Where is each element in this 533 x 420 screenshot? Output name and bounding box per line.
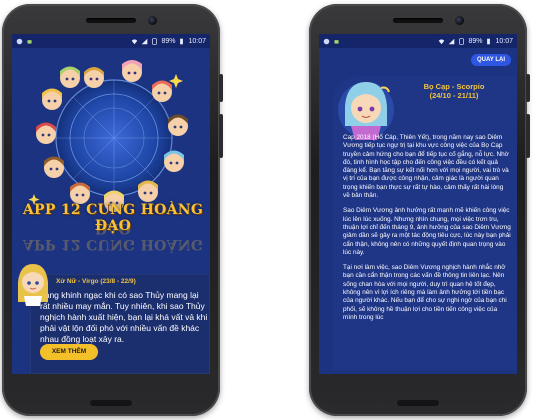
power-button — [526, 74, 530, 102]
sign-preview-text: đang khinh ngạc khi có sao Thủy mang lại… — [40, 290, 208, 345]
virgo-avatar — [18, 264, 48, 306]
home-screen: 89% 10:07 APP 12 CUNG HOÀNG ĐẠO APP 12 C… — [12, 34, 210, 374]
status-bar: 89% 10:07 — [12, 34, 210, 48]
wifi-icon — [132, 38, 138, 44]
sign-preview-line: đang khinh ngạc khi có sao Thủy mang lại — [40, 290, 199, 300]
sign-preview-title: Xử Nữ - Virgo (23/8 - 22/9) — [56, 278, 136, 285]
status-bar: 89% 10:07 — [319, 34, 517, 48]
sign-preview-line: rất nhiều may mắn. Tuy nhiên, khi sao Th… — [40, 301, 205, 311]
volume-button — [219, 114, 223, 158]
signal-icon — [142, 38, 148, 44]
notification-icon — [323, 38, 330, 44]
wifi-icon — [439, 38, 445, 44]
sign-preview-line: phải vật lộn đối phó với nhiều vấn đề kh… — [40, 323, 200, 333]
detail-screen: 89% 10:07 QUAY LẠI Bọ Cạp - Scorpio (24/… — [319, 34, 517, 374]
no-sim-icon — [459, 37, 465, 45]
battery-icon — [180, 38, 184, 44]
signal-icon — [449, 38, 455, 44]
phone-frame-detail: 89% 10:07 QUAY LẠI Bọ Cạp - Scorpio (24/… — [309, 4, 530, 416]
sign-detail-text: Cap 2018 (Hổ Cáp, Thiên Yết), trong năm … — [343, 134, 511, 329]
power-button — [219, 74, 223, 102]
android-icon — [27, 39, 32, 44]
phone-frame-home: 89% 10:07 APP 12 CUNG HOÀNG ĐẠO APP 12 C… — [2, 4, 223, 416]
app-title-reflection: APP 12 CUNG HOÀNG ĐẠO — [22, 220, 204, 252]
sign-detail-card: Bọ Cạp - Scorpio (24/10 - 21/11) Cap 201… — [333, 76, 517, 370]
detail-paragraph: Tại nơi làm việc, sao Diêm Vương nghịch … — [343, 264, 507, 321]
front-camera — [148, 16, 157, 25]
no-sim-icon — [152, 37, 158, 45]
clock: 10:07 — [188, 37, 206, 45]
volume-button — [526, 114, 530, 158]
notification-icon — [16, 38, 23, 44]
home-indicator — [397, 400, 439, 406]
earpiece-speaker — [393, 18, 443, 23]
zodiac-wheel-illustration — [28, 60, 188, 212]
back-button[interactable]: QUAY LẠI — [470, 54, 511, 66]
detail-paragraph: Cap 2018 (Hổ Cáp, Thiên Yết), trong năm … — [343, 134, 509, 200]
scorpio-avatar — [338, 82, 394, 140]
home-indicator — [90, 400, 132, 406]
front-camera — [455, 16, 464, 25]
sign-dates: (24/10 - 21/11) — [429, 91, 479, 100]
sign-preview-line: nghịch hành xuất hiện, bạn lại khá vất v… — [40, 312, 208, 322]
detail-paragraph: Sao Diêm Vương ảnh hưởng rất mạnh mẽ khi… — [343, 207, 511, 256]
earpiece-speaker — [86, 18, 136, 23]
android-icon — [334, 39, 339, 44]
sign-detail-heading: Bọ Cạp - Scorpio (24/10 - 21/11) — [395, 82, 513, 100]
battery-icon — [487, 38, 491, 44]
clock: 10:07 — [495, 37, 513, 45]
see-more-button[interactable]: XEM THÊM — [40, 344, 98, 360]
battery-percent: 89% — [468, 37, 483, 45]
sign-name: Bọ Cạp - Scorpio — [423, 82, 485, 91]
battery-percent: 89% — [161, 37, 176, 45]
